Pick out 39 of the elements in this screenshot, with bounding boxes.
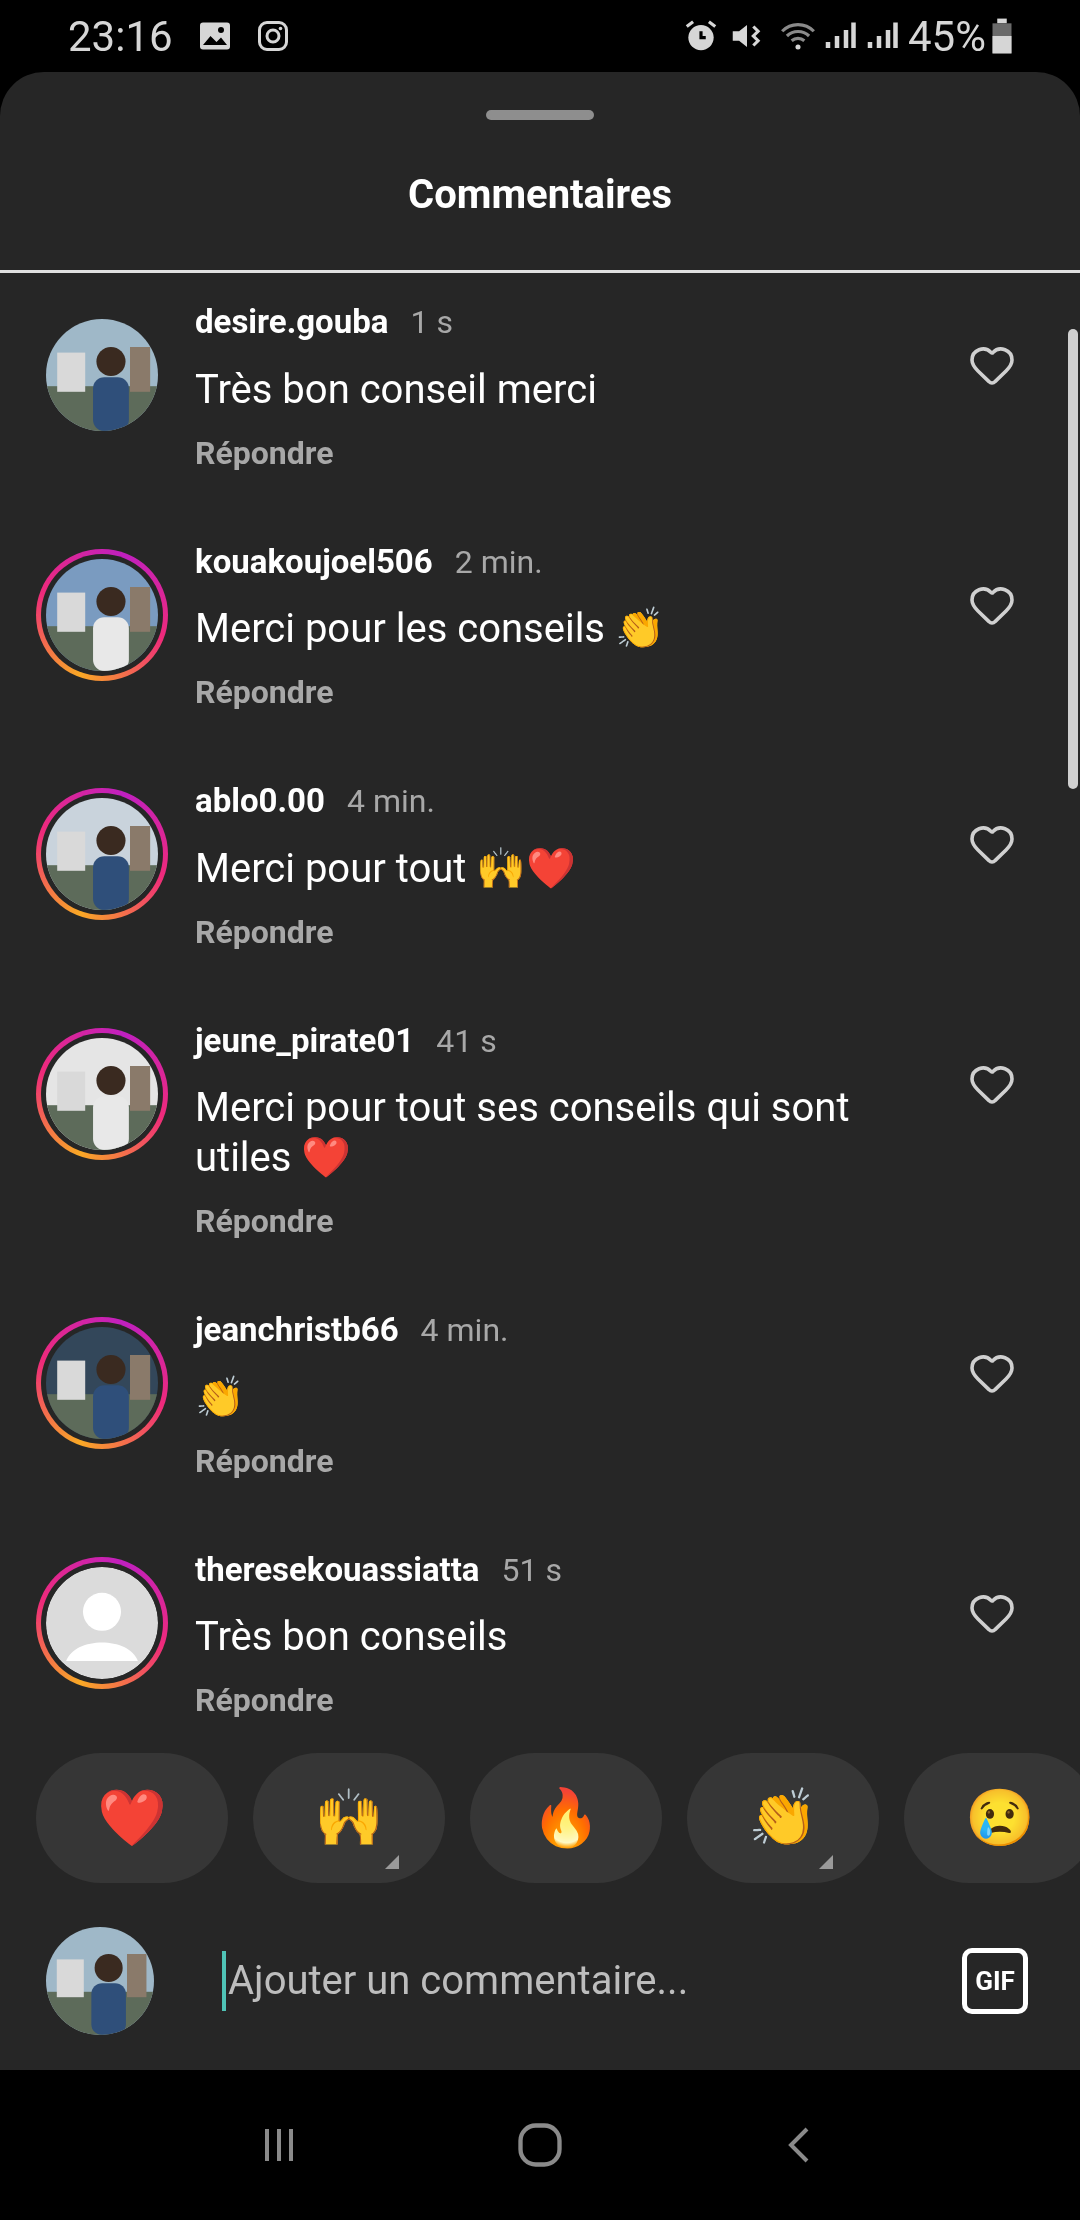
- emoji-reaction-button[interactable]: 🙌: [253, 1753, 445, 1883]
- comment-input[interactable]: Ajouter un commentaire...: [222, 1951, 962, 2011]
- emoji-reaction-button[interactable]: 👏: [687, 1753, 879, 1883]
- comment-text: Très bon conseil merci: [195, 364, 598, 415]
- comment-time: 1 s: [410, 302, 453, 343]
- reply-link[interactable]: Répondre: [195, 1197, 334, 1245]
- variants-corner-icon: [819, 1855, 833, 1869]
- comment-text: Merci pour tout 🙌❤: [195, 843, 578, 894]
- sheet-title: Commentaires: [408, 170, 672, 220]
- reply-link[interactable]: Répondre: [195, 907, 334, 956]
- username[interactable]: desire.gouba: [195, 297, 389, 347]
- gif-button[interactable]: GIF: [962, 1948, 1028, 2014]
- drag-handle[interactable]: [486, 110, 594, 120]
- clock: 23:16: [68, 10, 173, 63]
- variants-corner-icon: [385, 1855, 399, 1869]
- username[interactable]: theresekouassiatta: [195, 1544, 480, 1594]
- comment-text: Merci pour tout ses conseils qui sont utiles ❤: [195, 1083, 851, 1183]
- emoji-reaction-button[interactable]: ❤: [36, 1753, 228, 1883]
- reply-link[interactable]: Répondre: [195, 428, 334, 477]
- emoji-reaction-button[interactable]: 🔥: [470, 1753, 662, 1883]
- username[interactable]: jeune_pirate01: [195, 1015, 415, 1065]
- reply-link[interactable]: Répondre: [195, 1676, 334, 1724]
- comment-time: 51 s: [501, 1549, 562, 1591]
- username[interactable]: ablo0.00: [195, 776, 325, 826]
- comment-time: 4 min.: [346, 781, 435, 822]
- default-avatar-icon: [46, 1566, 158, 1679]
- emoji-reaction-button[interactable]: 😢: [904, 1753, 1080, 1883]
- battery-percent: 45%: [908, 10, 986, 63]
- username[interactable]: jeanchristb66: [195, 1305, 399, 1355]
- comment-time: 2 min.: [454, 541, 543, 583]
- battery-icon: [992, 17, 1012, 55]
- reply-link[interactable]: Répondre: [195, 668, 334, 716]
- comment-time: 41 s: [436, 1020, 497, 1062]
- comment-text: 👏: [195, 1372, 246, 1423]
- comment-text: Très bon conseils: [195, 1612, 509, 1662]
- reply-link[interactable]: Répondre: [195, 1436, 334, 1485]
- comment-text: Merci pour les conseils 👏: [195, 604, 666, 654]
- comment-time: 4 min.: [420, 1310, 509, 1351]
- username[interactable]: kouakoujoel506: [195, 536, 433, 586]
